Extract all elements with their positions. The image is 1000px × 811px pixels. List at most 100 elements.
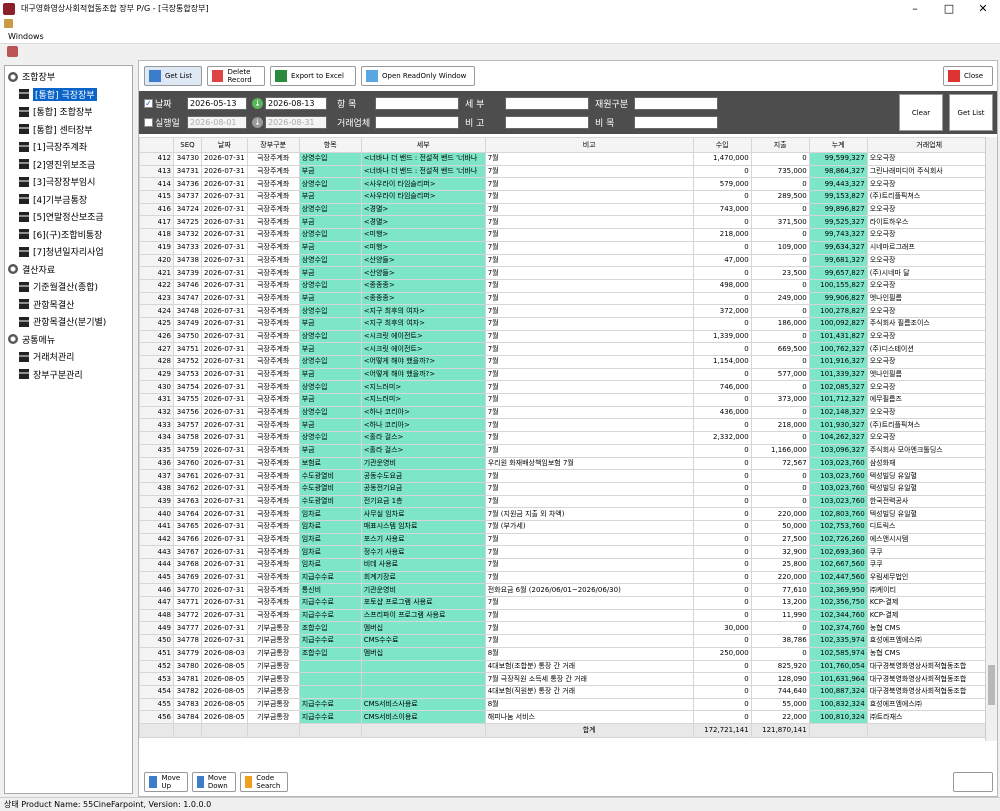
table-cell[interactable]: 99,525,327 bbox=[808, 215, 868, 230]
table-row[interactable]: 426 34750 2026-07-31 극장주계좌 상영수입 <시크릿 에이전트> 7월 1… bbox=[139, 329, 992, 344]
table-cell[interactable]: 임차료 bbox=[298, 558, 362, 572]
table-cell[interactable]: 102,803,760 bbox=[808, 507, 868, 521]
table-cell[interactable]: <지느러미> bbox=[360, 393, 486, 407]
table-cell[interactable]: 0 bbox=[750, 228, 810, 242]
table-cell[interactable]: 7월 bbox=[484, 405, 694, 420]
table-cell[interactable]: 0 bbox=[692, 481, 752, 496]
table-cell[interactable]: 0 bbox=[692, 190, 752, 204]
table-cell[interactable]: 102,693,360 bbox=[808, 545, 868, 559]
table-cell[interactable]: CMS수수료 bbox=[360, 634, 486, 648]
table-row[interactable]: 436 34760 2026-07-31 극장주계좌 보험료 기관운영비 우리원 화재배상책… bbox=[139, 456, 992, 471]
table-cell[interactable]: 30,000 bbox=[692, 621, 752, 636]
table-cell[interactable]: 0 bbox=[692, 316, 752, 331]
table-cell[interactable]: 극장주계좌 bbox=[246, 291, 300, 306]
table-cell[interactable]: 373,000 bbox=[750, 393, 810, 407]
table-cell[interactable]: 101,930,327 bbox=[808, 418, 868, 433]
table-cell[interactable]: 7월 bbox=[484, 240, 694, 255]
table-cell[interactable]: 99,634,327 bbox=[808, 240, 868, 255]
table-cell[interactable]: 0 bbox=[692, 659, 752, 674]
table-cell[interactable]: 임차료 bbox=[298, 545, 362, 559]
row-header[interactable]: 428 bbox=[139, 355, 174, 369]
table-cell[interactable]: 2026-07-31 bbox=[201, 519, 248, 534]
table-cell[interactable]: 상영수입 bbox=[298, 278, 362, 293]
table-cell[interactable]: 7월 bbox=[484, 177, 694, 192]
table-cell[interactable]: 34764 bbox=[173, 507, 202, 521]
table-cell[interactable]: 기부금통장 bbox=[246, 659, 300, 674]
table-cell[interactable]: 0 bbox=[692, 684, 752, 699]
table-cell[interactable]: 7월 bbox=[484, 545, 694, 559]
table-cell[interactable]: 735,000 bbox=[750, 164, 810, 179]
table-cell[interactable]: 34753 bbox=[173, 367, 202, 382]
table-cell[interactable]: 극장주계좌 bbox=[246, 164, 300, 179]
table-cell[interactable]: 7월 bbox=[484, 253, 694, 268]
table-cell[interactable]: 보험료 bbox=[298, 456, 362, 471]
tree-item[interactable]: [4]기부금통장 bbox=[5, 191, 132, 209]
tree-folder[interactable]: 결산자료 bbox=[5, 261, 132, 279]
table-cell[interactable]: 498,000 bbox=[692, 278, 752, 293]
table-cell[interactable]: 2026-07-31 bbox=[201, 583, 248, 598]
column-header[interactable]: 거래업체 bbox=[866, 137, 992, 153]
table-cell[interactable]: 기부금통장 bbox=[246, 684, 300, 699]
table-row[interactable]: 413 34731 2026-07-31 극장주계좌 부금 <너바나 더 밴드 : 전설적… bbox=[139, 164, 992, 179]
row-header[interactable]: 416 bbox=[139, 202, 174, 217]
table-cell[interactable]: 34783 bbox=[173, 697, 202, 712]
table-row[interactable]: 420 34738 2026-07-31 극장주계좌 상영수입 <산양들> 7월 47,000… bbox=[139, 253, 992, 268]
table-cell[interactable]: 0 bbox=[750, 481, 810, 496]
table-cell[interactable]: 102,344,760 bbox=[808, 608, 868, 623]
table-cell[interactable]: 2026-07-31 bbox=[201, 570, 248, 585]
table-cell[interactable]: 4대보험(직원분) 통장 간 거래 bbox=[484, 684, 694, 699]
table-cell[interactable]: 2026-08-03 bbox=[201, 646, 248, 661]
table-cell[interactable]: 0 bbox=[750, 380, 810, 395]
tree-item[interactable]: [2]영진위보조금 bbox=[5, 156, 132, 174]
table-cell[interactable]: 상영수입 bbox=[298, 202, 362, 217]
row-header[interactable]: 431 bbox=[139, 393, 174, 407]
table-cell[interactable]: (주)트리플픽쳐스 bbox=[866, 418, 992, 433]
table-cell[interactable]: 엣나인필름 bbox=[866, 291, 992, 306]
table-cell[interactable]: 102,667,560 bbox=[808, 558, 868, 572]
table-cell[interactable]: 지급수수료 bbox=[298, 570, 362, 585]
table-row[interactable]: 449 34777 2026-07-31 기부금통장 조합수입 멤버십 7월 30,000 0 1… bbox=[139, 621, 992, 636]
table-cell[interactable]: 102,085,327 bbox=[808, 380, 868, 395]
table-cell[interactable]: 극장주계좌 bbox=[246, 519, 300, 534]
table-cell[interactable]: 2026-07-31 bbox=[201, 316, 248, 331]
table-cell[interactable]: <홀라 걸스> bbox=[360, 431, 486, 445]
table-cell[interactable]: 극장주계좌 bbox=[246, 494, 300, 509]
table-cell[interactable]: 조합수입 bbox=[298, 621, 362, 636]
table-cell[interactable]: 극장주계좌 bbox=[246, 215, 300, 230]
table-row[interactable]: 415 34737 2026-07-31 극장주계좌 부금 <사우라이 타임슬리퍼> 7월 0… bbox=[139, 190, 992, 204]
table-cell[interactable]: 농협 CMS bbox=[866, 621, 992, 636]
table-cell[interactable]: 0 bbox=[750, 202, 810, 217]
table-cell[interactable]: 0 bbox=[692, 545, 752, 559]
table-cell[interactable]: 34765 bbox=[173, 519, 202, 534]
tree-item[interactable]: [6](구)조합비통장 bbox=[5, 226, 132, 244]
table-cell[interactable]: 1,166,000 bbox=[750, 443, 810, 458]
table-row[interactable]: 425 34749 2026-07-31 극장주계좌 부금 <지구 최후의 여자> 7월 0 1… bbox=[139, 316, 992, 331]
table-cell[interactable]: <홀라 걸스> bbox=[360, 443, 486, 458]
row-header[interactable]: 435 bbox=[139, 443, 174, 458]
table-cell[interactable] bbox=[360, 659, 486, 674]
table-cell[interactable]: 2026-07-31 bbox=[201, 380, 248, 395]
table-cell[interactable]: 수도광열비 bbox=[298, 481, 362, 496]
table-cell[interactable] bbox=[360, 672, 486, 686]
table-cell[interactable]: 55,000 bbox=[750, 697, 810, 712]
table-cell[interactable]: 극장주계좌 bbox=[246, 240, 300, 255]
table-cell[interactable]: 2026-08-05 bbox=[201, 710, 248, 724]
table-cell[interactable]: 오오극장 bbox=[866, 405, 992, 420]
table-cell[interactable]: 2026-07-31 bbox=[201, 507, 248, 521]
table-cell[interactable]: 0 bbox=[692, 418, 752, 433]
table-cell[interactable]: <미행> bbox=[360, 228, 486, 242]
row-header[interactable]: 423 bbox=[139, 291, 174, 306]
table-cell[interactable]: 0 bbox=[692, 507, 752, 521]
table-cell[interactable]: 2026-07-31 bbox=[201, 291, 248, 306]
table-cell[interactable]: 2026-07-31 bbox=[201, 164, 248, 179]
table-cell[interactable]: 극장주계좌 bbox=[246, 481, 300, 496]
table-cell[interactable]: 32,900 bbox=[750, 545, 810, 559]
table-cell[interactable]: 101,712,327 bbox=[808, 393, 868, 407]
row-header[interactable]: 448 bbox=[139, 608, 174, 623]
table-cell[interactable]: 7월 bbox=[484, 596, 694, 610]
row-header[interactable]: 439 bbox=[139, 494, 174, 509]
table-cell[interactable]: 0 bbox=[692, 393, 752, 407]
table-cell[interactable]: 99,657,827 bbox=[808, 266, 868, 280]
table-cell[interactable]: 극장주계좌 bbox=[246, 177, 300, 192]
table-cell[interactable]: 8월 bbox=[484, 697, 694, 712]
